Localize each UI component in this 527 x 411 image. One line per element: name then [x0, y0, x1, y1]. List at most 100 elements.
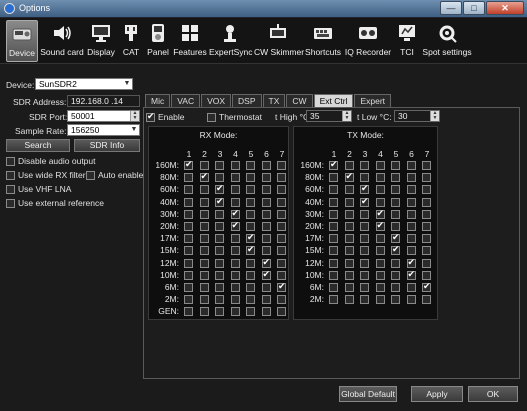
band-output-checkbox[interactable] [375, 283, 385, 292]
option-auto-enable[interactable]: Auto enable [86, 170, 143, 181]
band-output-checkbox[interactable] [277, 173, 286, 183]
tab-expert[interactable]: Expert [354, 94, 392, 107]
band-output-checkbox[interactable] [184, 209, 193, 219]
band-output-checkbox[interactable] [360, 173, 369, 183]
band-output-checkbox[interactable] [277, 234, 286, 244]
band-output-checkbox[interactable] [360, 234, 369, 244]
band-output-checkbox[interactable] [215, 222, 224, 231]
band-output-checkbox[interactable] [360, 161, 369, 170]
minimize-button[interactable]: — [440, 1, 462, 15]
toolbar-expertsync[interactable]: ExpertSync [209, 20, 252, 62]
band-output-checkbox[interactable] [329, 222, 338, 231]
band-output-checkbox[interactable] [344, 258, 354, 268]
band-output-checkbox[interactable] [230, 220, 240, 231]
band-output-checkbox[interactable] [277, 270, 286, 280]
toolbar-iq-recorder[interactable]: IQ Recorder [344, 20, 392, 62]
band-output-checkbox[interactable] [246, 197, 255, 207]
band-output-checkbox[interactable] [261, 295, 271, 305]
band-output-checkbox[interactable] [215, 161, 224, 170]
band-output-checkbox[interactable] [329, 295, 338, 305]
band-output-checkbox[interactable] [261, 197, 271, 207]
band-output-checkbox[interactable] [215, 234, 224, 244]
band-output-checkbox[interactable] [375, 246, 385, 256]
band-output-checkbox[interactable] [184, 222, 193, 231]
band-output-checkbox[interactable] [360, 295, 369, 305]
checkbox-icon[interactable] [6, 199, 15, 209]
band-output-checkbox[interactable] [230, 161, 240, 170]
band-output-checkbox[interactable] [184, 173, 193, 183]
enable-option[interactable]: Enable [146, 111, 184, 123]
toolbar-tci[interactable]: TCI [396, 20, 418, 62]
search-button[interactable]: Search [6, 139, 70, 152]
band-output-checkbox[interactable] [277, 222, 286, 231]
sdr-port-stepper[interactable]: 50001 ▲ ▼ [67, 110, 140, 122]
band-output-checkbox[interactable] [277, 281, 286, 292]
band-output-checkbox[interactable] [360, 283, 369, 292]
band-output-checkbox[interactable] [230, 197, 240, 207]
band-output-checkbox[interactable] [391, 173, 400, 183]
band-output-checkbox[interactable] [230, 185, 240, 195]
thermostat-option[interactable]: Thermostat [207, 112, 262, 123]
band-output-checkbox[interactable] [391, 161, 400, 170]
band-output-checkbox[interactable] [184, 197, 193, 207]
band-output-checkbox[interactable] [184, 246, 193, 256]
tab-dsp[interactable]: DSP [232, 94, 262, 107]
band-output-checkbox[interactable] [422, 197, 431, 207]
band-output-checkbox[interactable] [215, 183, 224, 195]
band-output-checkbox[interactable] [406, 246, 416, 256]
stepper-arrows-icon[interactable]: ▲ ▼ [130, 111, 139, 121]
band-output-checkbox[interactable] [199, 307, 209, 317]
band-output-checkbox[interactable] [406, 161, 416, 170]
band-output-checkbox[interactable] [406, 197, 416, 207]
band-output-checkbox[interactable] [422, 246, 431, 256]
band-output-checkbox[interactable] [375, 258, 385, 268]
band-output-checkbox[interactable] [360, 246, 369, 256]
band-output-checkbox[interactable] [199, 171, 209, 183]
band-output-checkbox[interactable] [375, 234, 385, 244]
band-output-checkbox[interactable] [406, 295, 416, 305]
band-output-checkbox[interactable] [406, 269, 416, 280]
band-output-checkbox[interactable] [391, 232, 400, 244]
checkbox-icon[interactable] [6, 157, 15, 167]
band-output-checkbox[interactable] [199, 161, 209, 170]
band-output-checkbox[interactable] [329, 270, 338, 280]
band-output-checkbox[interactable] [261, 161, 271, 170]
tab-mic[interactable]: Mic [145, 94, 171, 107]
checkbox-icon[interactable] [146, 111, 155, 123]
band-output-checkbox[interactable] [199, 197, 209, 207]
band-output-checkbox[interactable] [199, 209, 209, 219]
band-output-checkbox[interactable] [199, 270, 209, 280]
band-output-checkbox[interactable] [246, 232, 255, 244]
band-output-checkbox[interactable] [184, 295, 193, 305]
band-output-checkbox[interactable] [277, 197, 286, 207]
band-output-checkbox[interactable] [375, 220, 385, 231]
band-output-checkbox[interactable] [261, 209, 271, 219]
t-high-stepper[interactable]: 35 ▲ ▼ [306, 110, 352, 122]
band-output-checkbox[interactable] [375, 270, 385, 280]
band-output-checkbox[interactable] [422, 234, 431, 244]
band-output-checkbox[interactable] [261, 246, 271, 256]
band-output-checkbox[interactable] [375, 295, 385, 305]
toolbar-spot-settings[interactable]: Spot settings [422, 20, 472, 62]
band-output-checkbox[interactable] [199, 234, 209, 244]
maximize-button[interactable]: □ [463, 1, 485, 15]
tab-ext-ctrl[interactable]: Ext Ctrl [313, 94, 354, 107]
band-output-checkbox[interactable] [360, 270, 369, 280]
band-output-checkbox[interactable] [215, 196, 224, 207]
band-output-checkbox[interactable] [277, 295, 286, 305]
toolbar-features[interactable]: Features [173, 20, 207, 62]
band-output-checkbox[interactable] [329, 209, 338, 219]
tab-vox[interactable]: VOX [201, 94, 232, 107]
band-output-checkbox[interactable] [246, 161, 255, 170]
band-output-checkbox[interactable] [422, 209, 431, 219]
band-output-checkbox[interactable] [375, 197, 385, 207]
band-output-checkbox[interactable] [406, 257, 416, 268]
option-vhf-lna[interactable]: Use VHF LNA [6, 184, 71, 195]
band-output-checkbox[interactable] [230, 295, 240, 305]
band-output-checkbox[interactable] [329, 159, 338, 170]
band-output-checkbox[interactable] [215, 173, 224, 183]
band-output-checkbox[interactable] [199, 185, 209, 195]
apply-button[interactable]: Apply [411, 386, 463, 402]
band-output-checkbox[interactable] [344, 270, 354, 280]
band-output-checkbox[interactable] [329, 246, 338, 256]
